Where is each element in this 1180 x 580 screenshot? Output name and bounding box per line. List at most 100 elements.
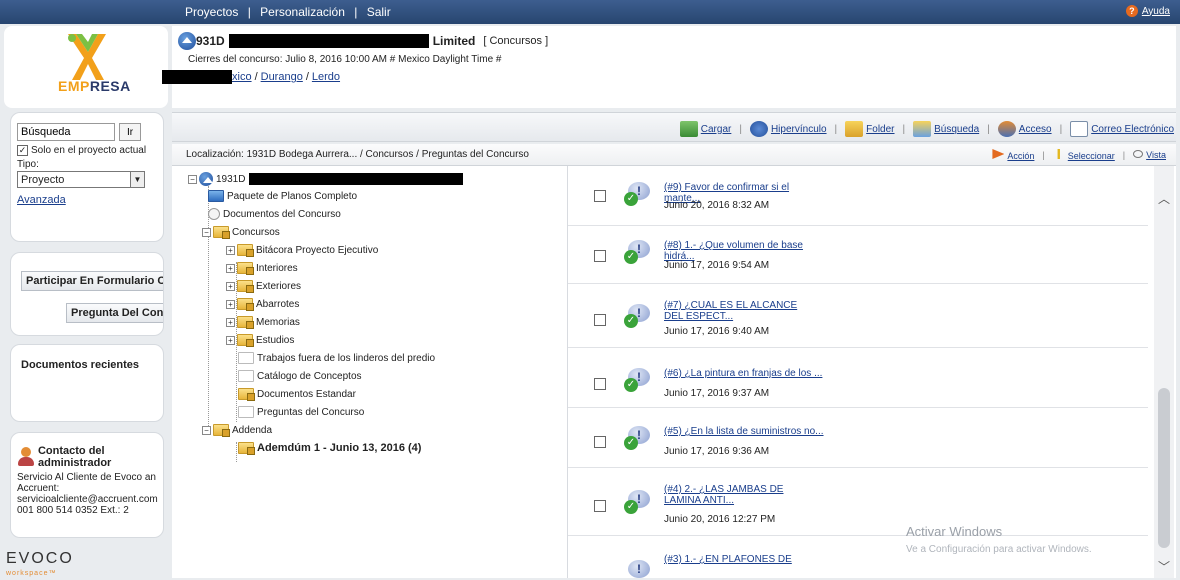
eye-icon bbox=[1133, 150, 1144, 158]
breadcrumb-item[interactable]: xico bbox=[232, 71, 252, 83]
tree-item-label: Documentos Estandar bbox=[257, 388, 356, 400]
tree-item[interactable]: + Abarrotes bbox=[226, 298, 300, 311]
list-item[interactable]: ! ✓ (#7) ¿CUAL ES EL ALCANCE DEL ESPECT..… bbox=[568, 284, 1148, 348]
tree-item[interactable]: Trabajos fuera de los linderos del predi… bbox=[238, 352, 435, 364]
nav-separator: | bbox=[247, 5, 251, 19]
question-title-link[interactable]: (#8) 1.- ¿Que volumen de base hidrá... bbox=[664, 240, 824, 262]
tree-item-label: Interiores bbox=[256, 262, 298, 274]
list-item[interactable]: ! ✓ (#8) 1.- ¿Que volumen de base hidrá..… bbox=[568, 226, 1148, 284]
tree-item[interactable]: Paquete de Planos Completo bbox=[208, 190, 357, 202]
folder-icon bbox=[238, 388, 255, 401]
tree-item-label: Bitácora Proyecto Ejecutivo bbox=[256, 244, 379, 256]
question-title-link[interactable]: (#7) ¿CUAL ES EL ALCANCE DEL ESPECT... bbox=[664, 300, 814, 322]
toolbar: Cargar | Hipervínculo | Folder | Búsqued… bbox=[172, 112, 1176, 142]
contact-line1: Servicio Al Cliente de Evoco an Accruent… bbox=[17, 472, 156, 494]
seleccionar-menu[interactable]: Seleccionar bbox=[1053, 149, 1115, 161]
list-item[interactable]: ! ✓ (#6) ¿La pintura en franjas de los ..… bbox=[568, 350, 1148, 408]
tree-item[interactable]: − Addenda bbox=[202, 424, 272, 437]
toolbar-sep: | bbox=[987, 123, 990, 135]
windows-activation-subtext: Ve a Configuración para activar Windows. bbox=[906, 544, 1092, 555]
help-link[interactable]: ? Ayuda bbox=[1125, 5, 1170, 17]
question-date: Junio 17, 2016 9:36 AM bbox=[664, 446, 770, 457]
vista-menu[interactable]: Vista bbox=[1133, 150, 1166, 160]
home-icon[interactable] bbox=[178, 32, 196, 50]
question-title-link[interactable]: (#6) ¿La pintura en franjas de los ... bbox=[664, 368, 824, 379]
list-item[interactable]: ! ✓ (#9) Favor de confirmar si el mante..… bbox=[568, 168, 1148, 226]
hipervinculo-button[interactable]: Hipervínculo bbox=[749, 121, 827, 137]
tree-item[interactable]: − Concursos bbox=[202, 226, 280, 239]
expand-icon[interactable]: + bbox=[226, 299, 235, 309]
tree-root[interactable]: − 1931D bbox=[188, 172, 464, 186]
email-icon bbox=[1070, 121, 1089, 137]
expand-icon[interactable]: + bbox=[226, 317, 235, 327]
collapse-icon[interactable]: − bbox=[202, 227, 211, 237]
tree-item[interactable]: + Bitácora Proyecto Ejecutivo bbox=[226, 244, 379, 257]
nav-proyectos[interactable]: Proyectos bbox=[185, 5, 238, 19]
chevron-up-icon[interactable]: ︿ bbox=[1158, 190, 1170, 207]
advanced-search-link[interactable]: Avanzada bbox=[17, 194, 157, 206]
email-button[interactable]: Correo Electrónico bbox=[1070, 121, 1174, 137]
row-checkbox[interactable] bbox=[594, 190, 606, 202]
expand-icon[interactable]: + bbox=[226, 245, 235, 255]
tree-item[interactable]: Catálogo de Conceptos bbox=[238, 370, 362, 382]
acceso-button[interactable]: Acceso bbox=[997, 121, 1052, 137]
question-title-link[interactable]: (#3) 1.- ¿EN PLAFONES DE bbox=[664, 554, 824, 565]
row-checkbox[interactable] bbox=[594, 250, 606, 262]
tree-item-selected[interactable]: Preguntas del Concurso bbox=[238, 406, 364, 418]
tree-item[interactable]: Documentos del Concurso bbox=[208, 208, 341, 220]
redacted-block bbox=[162, 70, 232, 84]
breadcrumb-item[interactable]: Lerdo bbox=[312, 71, 340, 83]
search-input[interactable] bbox=[17, 123, 115, 141]
row-checkbox[interactable] bbox=[594, 436, 606, 448]
question-title-link[interactable]: (#5) ¿En la lista de suministros no... bbox=[664, 426, 824, 437]
tree-item-label: Estudios bbox=[256, 334, 295, 346]
collapse-icon[interactable]: − bbox=[188, 174, 197, 184]
loc-sep: | bbox=[1122, 150, 1126, 160]
cargar-button[interactable]: Cargar bbox=[679, 121, 732, 137]
folder-button[interactable]: Folder bbox=[845, 121, 895, 137]
tree-item[interactable]: Documentos Estandar bbox=[238, 388, 356, 401]
tree-item[interactable]: + Memorias bbox=[226, 316, 300, 329]
participar-form-button[interactable]: Participar En Formulario Comp bbox=[21, 271, 163, 291]
accion-menu[interactable]: Acción bbox=[992, 149, 1034, 161]
question-date: Junio 17, 2016 9:37 AM bbox=[664, 388, 770, 399]
row-checkbox[interactable] bbox=[594, 314, 606, 326]
nav-salir[interactable]: Salir bbox=[367, 5, 391, 19]
expand-icon[interactable]: + bbox=[226, 263, 235, 273]
question-answered-icon: ! bbox=[624, 560, 652, 578]
tree-item[interactable]: + Exteriores bbox=[226, 280, 301, 293]
tree-item[interactable]: + Interiores bbox=[226, 262, 298, 275]
question-title-link[interactable]: (#4) 2.- ¿LAS JAMBAS DE LAMINA ANTI... bbox=[664, 484, 814, 506]
project-header: 931D Limited [ Concursos ] Cierres del c… bbox=[162, 26, 1176, 108]
chevron-down-icon[interactable]: ﹀ bbox=[1158, 558, 1170, 575]
busqueda-button[interactable]: Búsqueda bbox=[913, 121, 979, 137]
contact-panel: Contacto del administrador Servicio Al C… bbox=[10, 432, 164, 538]
expand-icon[interactable]: + bbox=[226, 281, 235, 291]
scrollbar[interactable]: ︿ ﹀ bbox=[1154, 166, 1174, 578]
list-item[interactable]: ! ✓ (#5) ¿En la lista de suministros no..… bbox=[568, 410, 1148, 468]
upload-icon bbox=[679, 121, 698, 137]
hipervinculo-label: Hipervínculo bbox=[770, 123, 827, 135]
scrollbar-thumb[interactable] bbox=[1158, 388, 1170, 548]
nav-personalizacion[interactable]: Personalización bbox=[260, 5, 345, 19]
nav-separator: | bbox=[354, 5, 358, 19]
expand-icon[interactable]: + bbox=[226, 335, 235, 345]
row-checkbox[interactable] bbox=[594, 500, 606, 512]
tipo-select[interactable]: Proyecto ▼ bbox=[17, 171, 145, 188]
folder-tree: − 1931D Paquete de Planos Completo Docum… bbox=[172, 166, 568, 578]
search-go-button[interactable]: Ir bbox=[119, 123, 141, 141]
toolbar-sep: | bbox=[834, 123, 838, 135]
breadcrumb-sep: / bbox=[254, 71, 258, 83]
tree-item-label: Abarrotes bbox=[256, 298, 300, 310]
help-icon: ? bbox=[1125, 5, 1138, 17]
collapse-icon[interactable]: − bbox=[202, 425, 211, 435]
only-current-project-checkbox[interactable]: ✓ bbox=[17, 145, 28, 156]
tree-item[interactable]: Ademdúm 1 - Junio 13, 2016 (4) bbox=[238, 442, 421, 455]
list-item[interactable]: ! ✓ (#4) 2.- ¿LAS JAMBAS DE LAMINA ANTI..… bbox=[568, 470, 1148, 536]
breadcrumb-item[interactable]: Durango bbox=[261, 71, 303, 83]
cargar-label: Cargar bbox=[700, 123, 732, 135]
redacted-block bbox=[228, 34, 429, 48]
row-checkbox[interactable] bbox=[594, 378, 606, 390]
tree-item[interactable]: + Estudios bbox=[226, 334, 295, 347]
pregunta-concurso-button[interactable]: Pregunta Del Concurs bbox=[66, 303, 163, 323]
